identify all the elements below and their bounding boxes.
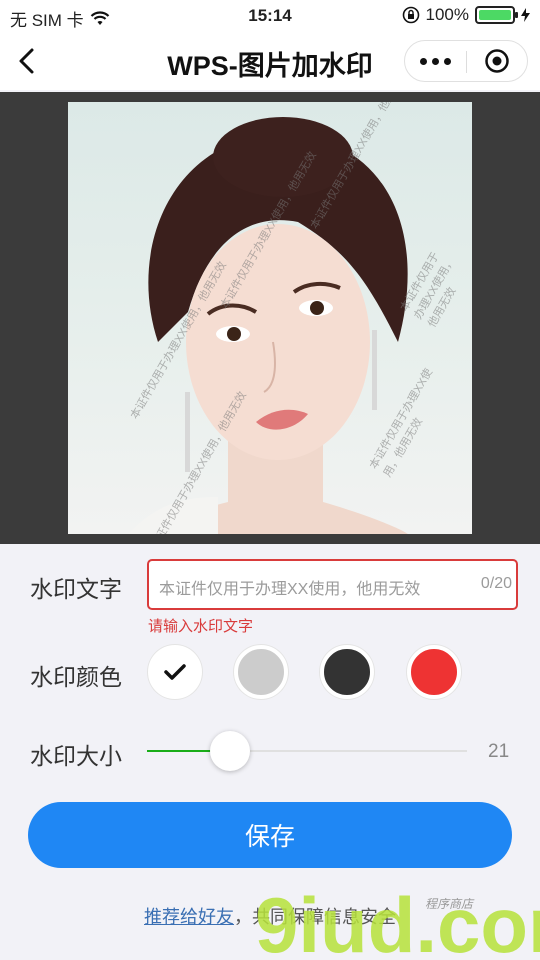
status-bar: 无 SIM 卡 15:14 100% xyxy=(0,0,540,32)
battery-fill xyxy=(479,10,511,20)
more-dot xyxy=(444,57,451,65)
portrait-image xyxy=(128,117,408,534)
image-preview: 本证件仅用于办理XX使用，他用无效 本证件仅用于办理XX使用，他用无效 本证件仅用… xyxy=(0,92,540,544)
size-slider-thumb[interactable] xyxy=(210,731,251,771)
watermark-text-label: 水印文字 xyxy=(30,576,122,602)
color-swatch-red[interactable] xyxy=(407,645,461,699)
size-slider-value: 21 xyxy=(488,741,510,762)
watermark-text-input[interactable]: 本证件仅用于办理XX使用，他用无效 0/20 xyxy=(147,559,518,610)
portrait-photo: 本证件仅用于办理XX使用，他用无效 本证件仅用于办理XX使用，他用无效 本证件仅用… xyxy=(68,102,472,534)
charging-icon xyxy=(521,8,530,22)
mini-program-capsule xyxy=(404,40,528,82)
size-slider-track[interactable] xyxy=(147,750,467,752)
target-close-icon xyxy=(485,49,509,73)
footer: 推荐给好友，共同保障信息安全 xyxy=(0,903,540,929)
color-swatch-gray[interactable] xyxy=(234,645,288,699)
battery-percent: 100% xyxy=(425,5,469,24)
battery-icon xyxy=(475,6,518,24)
color-swatch-white[interactable] xyxy=(148,645,202,699)
watermark-color-label: 水印颜色 xyxy=(30,664,122,690)
status-right: 100% xyxy=(402,5,530,25)
check-icon xyxy=(164,664,186,680)
watermark-text-placeholder: 本证件仅用于办理XX使用，他用无效 xyxy=(159,581,421,598)
color-swatch-black[interactable] xyxy=(320,645,374,699)
close-button[interactable] xyxy=(467,41,527,81)
footer-text: ，共同保障信息安全 xyxy=(234,907,396,927)
more-dot xyxy=(432,57,439,65)
watermark-text-error: 请输入水印文字 xyxy=(148,618,254,635)
more-dots-icon xyxy=(420,57,427,65)
more-button[interactable] xyxy=(405,41,466,81)
recommend-link[interactable]: 推荐给好友 xyxy=(144,907,234,927)
save-button[interactable]: 保存 xyxy=(28,802,512,868)
char-counter: 0/20 xyxy=(480,575,512,592)
orientation-lock-icon xyxy=(402,6,419,24)
nav-bar: WPS-图片加水印 xyxy=(0,32,540,90)
watermark-size-label: 水印大小 xyxy=(30,743,122,769)
